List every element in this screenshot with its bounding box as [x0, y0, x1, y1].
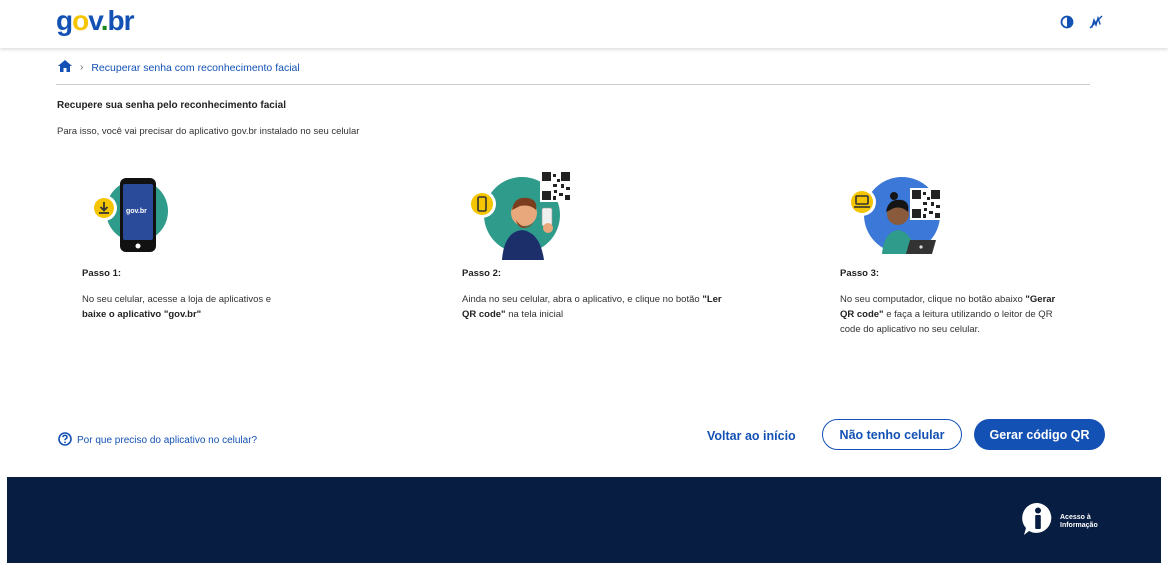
home-icon[interactable] — [58, 60, 72, 75]
step-3: Passo 3: No seu computador, clique no bo… — [840, 170, 1140, 335]
step-1-text: No seu celular, acesse a loja de aplicat… — [82, 294, 272, 305]
access-line-2: Informação — [1060, 521, 1098, 529]
header-actions — [1060, 14, 1104, 30]
back-to-start-link[interactable]: Voltar ao início — [707, 429, 796, 443]
contrast-icon[interactable] — [1060, 15, 1074, 29]
question-circle-icon — [58, 432, 72, 449]
chevron-right-icon: › — [80, 62, 84, 73]
step-3-label: Passo 3: — [840, 268, 880, 279]
help-link[interactable]: Por que preciso do aplicativo no celular… — [58, 432, 257, 449]
step-2-description: Ainda no seu celular, abra o aplicativo,… — [462, 292, 722, 322]
logo-letters-br: br — [107, 5, 135, 36]
help-link-label[interactable]: Por que preciso do aplicativo no celular… — [77, 435, 257, 446]
step-2-label: Passo 2: — [462, 268, 502, 279]
step-3-text: No seu computador, clique no botão abaix… — [840, 294, 1026, 305]
generate-qr-button[interactable]: Gerar código QR — [974, 419, 1105, 450]
logo-letter-g: g — [56, 5, 73, 36]
access-information-link[interactable]: Acesso à Informação — [1020, 501, 1098, 542]
page-subtitle: Para isso, você vai precisar do aplicati… — [57, 126, 360, 137]
page-title: Recupere sua senha pelo reconhecimento f… — [57, 100, 286, 111]
scan-qr-phone-illustration — [462, 170, 572, 260]
step-2-text-end: na tela inicial — [505, 309, 564, 320]
breadcrumb-divider — [56, 84, 1090, 85]
step-2: Passo 2: Ainda no seu celular, abra o ap… — [462, 170, 762, 320]
download-app-illustration: gov.br — [82, 170, 192, 260]
no-phone-button[interactable]: Não tenho celular — [822, 419, 962, 450]
access-information-label: Acesso à Informação — [1060, 514, 1098, 530]
computer-qr-illustration — [840, 170, 950, 260]
access-line-1: Acesso à — [1060, 513, 1091, 521]
logo-dot: . — [100, 5, 109, 36]
logo-letter-v: v — [88, 5, 101, 36]
logo-letter-o: o — [72, 5, 89, 36]
govbr-logo[interactable]: gov.br — [56, 5, 135, 36]
step-1-label: Passo 1: — [82, 268, 122, 279]
step-1: gov.br Passo 1: No seu celular, acesse a… — [82, 170, 382, 320]
vlibras-hand-icon[interactable] — [1088, 14, 1104, 30]
breadcrumb-current[interactable]: Recuperar senha com reconhecimento facia… — [91, 62, 299, 74]
phone-govbr-logo: gov.br — [126, 208, 147, 215]
footer: Acesso à Informação — [7, 477, 1161, 563]
information-icon — [1020, 501, 1056, 542]
step-3-description: No seu computador, clique no botão abaix… — [840, 292, 1060, 337]
step-2-text: Ainda no seu celular, abra o aplicativo,… — [462, 294, 703, 305]
step-1-bold: baixe o aplicativo "gov.br" — [82, 309, 202, 320]
breadcrumb: › Recuperar senha com reconhecimento fac… — [58, 60, 300, 75]
step-1-description: No seu celular, acesse a loja de aplicat… — [82, 292, 342, 322]
header: gov.br — [0, 0, 1168, 48]
